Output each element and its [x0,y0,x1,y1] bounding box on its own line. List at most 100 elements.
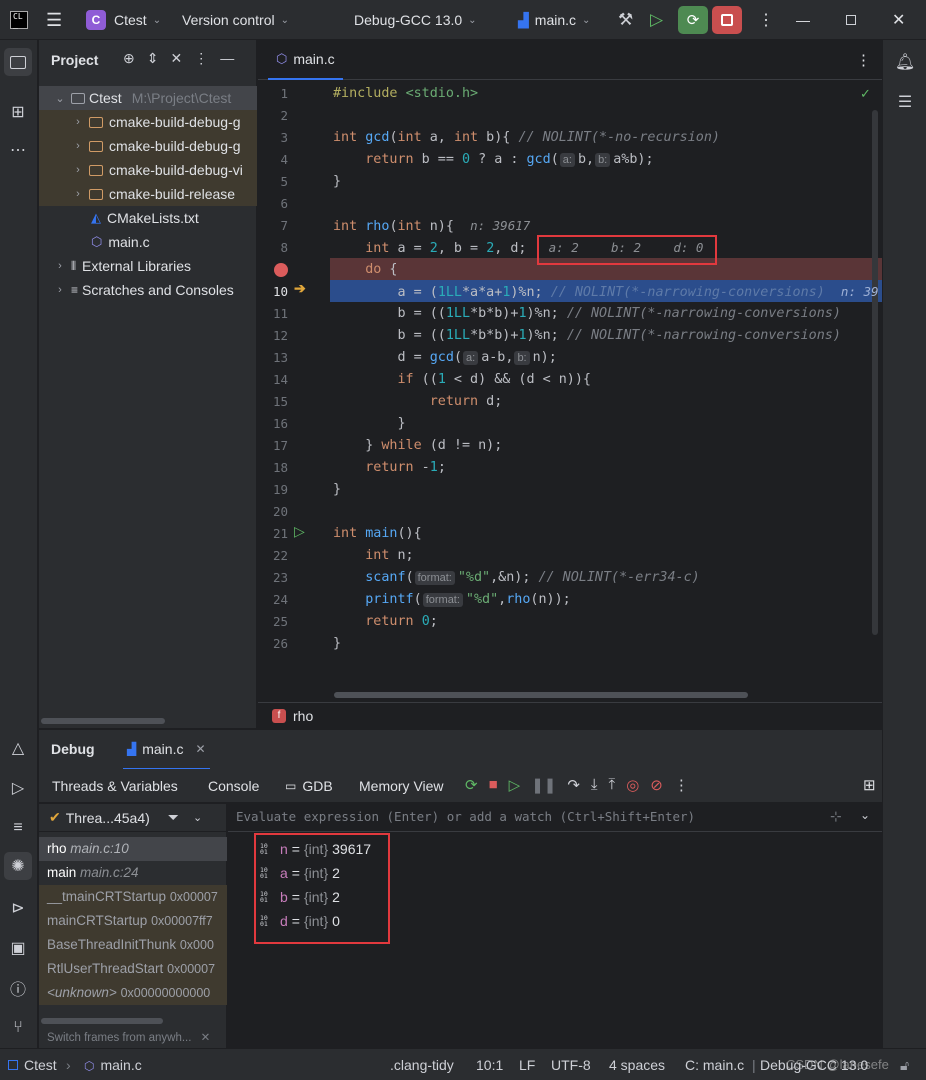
step-out-icon[interactable]: ⤒ [609,776,616,794]
watermark: CSDN @lanesefe [786,1057,889,1072]
notifications-bell-icon[interactable]: 🔔︎ [891,48,919,76]
stack-frame[interactable]: __tmainCRTStartup 0x00007 [39,885,227,909]
debug-session-tab[interactable]: ▟ main.c ✕ [123,730,210,770]
stack-frame[interactable]: mainCRTStartup 0x00007ff7 [39,909,227,933]
build-hammer-icon[interactable]: ⚒ [618,0,633,40]
status-project[interactable]: Ctest [8,1049,57,1080]
options-icon[interactable]: ⋮ [194,50,208,67]
more-tools-icon[interactable]: ⋯ [4,136,32,164]
lock-icon[interactable]: 🔓︎ [900,1049,909,1080]
status-position[interactable]: 10:1 [476,1049,503,1080]
tree-root[interactable]: ⌄ Ctest M:\Project\Ctest [39,86,257,110]
status-divider: | [752,1057,756,1073]
chevron-down-icon[interactable]: ⌄ [860,808,870,822]
project-panel-title[interactable]: Project [51,52,98,68]
param-hint: b: [595,153,611,167]
horizontal-scrollbar[interactable] [41,718,165,724]
line-number: 8 [280,240,288,255]
pause-icon[interactable]: ❚❚ [531,776,556,794]
database-icon[interactable]: ☰ [891,88,919,116]
tree-item-build-folder[interactable]: › cmake-build-debug-vi [39,158,257,182]
line-number: 12 [272,328,288,343]
filter-icon[interactable]: ⏷ [168,809,179,826]
tab-threads-variables[interactable]: Threads & Variables [52,778,178,794]
project-tool-icon[interactable] [4,48,32,76]
resume-icon[interactable]: ▷ [509,776,521,794]
stack-frame[interactable]: BaseThreadInitThunk 0x000 [39,933,227,957]
hide-panel-icon[interactable]: — [220,50,234,67]
view-breakpoints-icon[interactable]: ◎ [626,776,639,794]
expand-all-icon[interactable]: ⇕ [147,50,159,67]
frames-scrollbar[interactable] [41,1018,163,1024]
stack-frame[interactable]: <unknown> 0x00000000000 [39,981,227,1005]
status-context[interactable]: C: main.c [685,1049,744,1080]
tree-item-main-c[interactable]: ⬡ main.c [39,230,257,254]
maximize-button[interactable] [846,0,856,40]
debug-tool-icon[interactable]: ✺ [4,852,32,880]
stack-frame[interactable]: rho main.c:10 [39,837,227,861]
close-window-button[interactable]: ✕ [892,0,905,40]
step-into-icon[interactable]: ⤓ [591,776,598,794]
cmake-tool-icon[interactable]: △ [4,734,32,762]
frame-location: main.c:10 [70,841,129,856]
status-bar: Ctest › ⬡ main.c .clang-tidy 10:1 LF UTF-… [0,1048,926,1080]
code-editor[interactable]: ✓ #include <stdio.h> int gcd(int a, int … [330,80,882,700]
add-watch-icon[interactable]: ⊹ [830,808,842,825]
status-indent[interactable]: 4 spaces [609,1049,665,1080]
tab-console[interactable]: Console [208,778,259,794]
file-config-selector[interactable]: ▟ main.c ⌄ [518,0,590,40]
layout-settings-icon[interactable]: ⊞ [863,776,876,794]
tree-item-external-libraries[interactable]: › ⫴ External Libraries [39,254,257,278]
evaluate-expression-input[interactable]: Evaluate expression (Enter) or add a wat… [236,809,826,827]
mute-breakpoints-icon[interactable]: ⊘ [650,776,663,794]
close-icon[interactable]: ✕ [195,742,205,756]
chevron-down-icon[interactable]: ⌄ [193,811,202,824]
run-gutter-icon[interactable]: ▷ [294,523,305,540]
rerun-icon[interactable]: ⟳ [465,776,478,794]
git-tool-icon[interactable]: ⑂ [4,1014,32,1042]
tree-item-build-folder[interactable]: › cmake-build-debug-g [39,134,257,158]
stack-frame[interactable]: RtlUserThreadStart 0x00007 [39,957,227,981]
terminal-tool-icon[interactable]: ▣ [4,934,32,962]
tree-item-scratches[interactable]: › ≡ Scratches and Consoles [39,278,257,302]
tree-item-cmakelists[interactable]: ◭ CMakeLists.txt [39,206,257,230]
tab-gdb[interactable]: ▭ GDB [285,778,333,794]
thread-selector[interactable]: ✔ Threa...45a4) ⏷ ⌄ [39,804,227,832]
todo-tool-icon[interactable]: ≡ [4,814,32,842]
stop-icon[interactable]: ■ [489,776,498,794]
main-menu-icon[interactable]: ☰ [46,0,62,40]
status-line-separator[interactable]: LF [519,1049,535,1080]
more-actions-icon[interactable]: ⋮ [758,0,774,40]
tree-item-build-folder[interactable]: › cmake-build-debug-g [39,110,257,134]
project-switcher[interactable]: C Ctest ⌄ [86,0,161,40]
vcs-menu[interactable]: Version control ⌄ [182,0,289,40]
more-icon[interactable]: ⋮ [674,776,689,794]
breakpoint-icon[interactable] [274,263,288,277]
structure-tool-icon[interactable]: ⊞ [4,98,32,126]
problems-tool-icon[interactable]: ⓘ [4,974,32,1002]
services-tool-icon[interactable]: ⊳ [4,894,32,922]
run-config-selector[interactable]: Debug-GCC 13.0 ⌄ [354,0,477,40]
app-logo-icon[interactable]: CL _ [10,11,28,29]
run-tool-icon[interactable]: ▷ [4,774,32,802]
status-encoding[interactable]: UTF-8 [551,1049,591,1080]
collapse-all-icon[interactable]: ✕ [170,50,182,67]
vertical-scrollbar[interactable] [872,110,878,635]
tab-main-c[interactable]: ⬡ main.c [268,40,343,80]
status-linter[interactable]: .clang-tidy [390,1049,454,1080]
step-over-icon[interactable]: ↷ [567,776,580,794]
frame-name: mainCRTStartup [47,913,148,928]
tree-item-build-folder[interactable]: › cmake-build-release [39,182,257,206]
close-icon[interactable]: ✕ [201,1032,211,1044]
run-icon[interactable]: ▷ [650,0,663,40]
minimize-button[interactable]: — [796,0,810,40]
editor-horizontal-scrollbar[interactable] [334,692,748,698]
breadcrumb-function[interactable]: rho [293,708,313,724]
stop-button[interactable] [712,6,742,34]
tab-memory-view[interactable]: Memory View [359,778,444,794]
status-file[interactable]: ⬡ main.c [84,1049,142,1080]
locate-icon[interactable]: ⊕ [123,50,135,67]
debug-rerun-button[interactable]: ⟳ [678,6,708,34]
tab-options-icon[interactable]: ⋮ [856,51,871,69]
stack-frame[interactable]: main main.c:24 [39,861,227,885]
